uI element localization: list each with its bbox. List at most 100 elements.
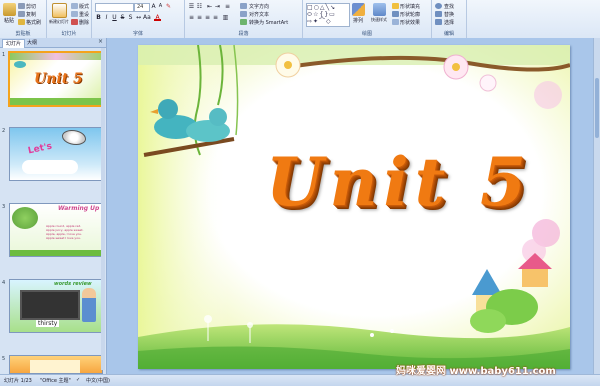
slide-thumbnail-2[interactable]: Let's <box>9 127 103 181</box>
align-text-button[interactable]: 对齐文本 <box>249 11 269 18</box>
thumb3-grass-image <box>10 250 102 256</box>
drawing-group-label: 绘图 <box>361 31 372 37</box>
thumb1-bird-image <box>14 61 26 68</box>
panel-tabs: 幻灯片 大纲 × <box>0 38 106 48</box>
main-vertical-scrollbar[interactable] <box>593 38 600 374</box>
align-right-icon[interactable]: ≡ <box>204 14 211 21</box>
italic-icon[interactable]: I <box>103 14 110 21</box>
format-painter-icon[interactable] <box>18 19 25 25</box>
find-button[interactable]: 查找 <box>444 3 454 10</box>
spellcheck-icon[interactable]: ✓ <box>76 377 80 383</box>
copy-icon[interactable] <box>18 11 25 17</box>
font-group-label: 字体 <box>132 31 143 37</box>
smartart-icon[interactable] <box>240 19 247 25</box>
thumb3-tree-image <box>12 207 38 229</box>
slide-title[interactable]: Unit 5 <box>266 143 532 221</box>
select-icon[interactable] <box>435 19 442 25</box>
tab-outline[interactable]: 大纲 <box>24 39 40 47</box>
layout-icon[interactable] <box>71 3 78 9</box>
find-icon[interactable] <box>435 3 442 9</box>
align-text-icon[interactable] <box>240 11 247 17</box>
delete-button[interactable]: 删除 <box>79 19 89 26</box>
tab-slides[interactable]: 幻灯片 <box>2 39 26 48</box>
format-painter-button[interactable]: 格式刷 <box>26 19 41 26</box>
reset-button[interactable]: 重设 <box>79 11 89 18</box>
cut-button[interactable]: 剪切 <box>26 3 36 10</box>
paragraph-group-label: 段落 <box>238 31 249 37</box>
justify-icon[interactable]: ≡ <box>212 14 219 21</box>
convert-smartart-button[interactable]: 转换为 SmartArt <box>249 19 288 26</box>
new-slide-icon <box>51 3 67 18</box>
slide-thumbnail-3[interactable]: Warming Up Apple round, apple red. Apple… <box>9 203 103 257</box>
scroll-thumb[interactable] <box>595 78 599 138</box>
site-watermark: 妈咪爱婴网 www.baby611.com <box>396 366 556 377</box>
close-panel-icon[interactable]: × <box>98 38 103 45</box>
replace-icon[interactable] <box>435 11 442 17</box>
slides-group-label: 幻灯片 <box>61 31 77 37</box>
shape-fill-icon[interactable] <box>392 3 399 9</box>
editing-group-label: 编辑 <box>443 31 454 37</box>
language-indicator: 中文(中国) <box>86 378 110 384</box>
thumb4-boy-image <box>82 288 96 322</box>
thumb5-scene-image <box>30 360 80 373</box>
slide-thumbnail-4[interactable]: words review thirsty <box>9 279 103 333</box>
shape-fill-button[interactable]: 形状填充 <box>400 3 420 10</box>
align-left-icon[interactable]: ≡ <box>188 14 195 21</box>
paste-button[interactable]: 粘贴 <box>2 3 16 24</box>
thumbnail-number: 1 <box>2 52 6 58</box>
quick-styles-button[interactable]: 快速样式 <box>368 3 390 23</box>
font-name-dropdown[interactable] <box>95 3 134 12</box>
columns-icon[interactable]: ▥ <box>222 14 229 21</box>
panel-scrollbar[interactable] <box>101 48 105 370</box>
thumb2-title: Let's <box>27 141 54 157</box>
shadow-icon[interactable]: S <box>127 14 134 21</box>
numbering-icon[interactable]: ☷ <box>196 3 203 10</box>
thumbnail-number: 4 <box>2 280 6 286</box>
main-slide[interactable]: Unit 5 <box>138 45 570 369</box>
shape-effects-icon[interactable] <box>392 19 399 25</box>
thumbnail-number: 5 <box>2 356 6 362</box>
thumb1-title: Unit 5 <box>34 71 83 87</box>
arrange-button[interactable]: 排列 <box>351 3 365 24</box>
copy-button[interactable]: 复制 <box>26 11 36 18</box>
shape-effects-button[interactable]: 形状效果 <box>400 19 420 26</box>
strikethrough-icon[interactable]: S <box>119 14 126 21</box>
select-button[interactable]: 选择 <box>444 19 454 26</box>
slide-thumbnail-panel: 幻灯片 大纲 × 1 Unit 5 2 Let's 3 Warming Up A… <box>0 38 107 374</box>
thumb3-song-text: Apple round, apple red. Apple juicy, app… <box>46 224 84 240</box>
char-spacing-icon[interactable]: ↔ <box>135 14 142 21</box>
shape-outline-icon[interactable] <box>392 11 399 17</box>
replace-button[interactable]: 替换 <box>444 11 454 18</box>
thumb1-grass-image <box>10 98 102 105</box>
theme-name: "Office 主题" <box>40 378 71 384</box>
font-size-dropdown[interactable]: 24 <box>134 3 150 12</box>
decrease-indent-icon[interactable]: ⇤ <box>206 3 213 10</box>
layout-button[interactable]: 版式 <box>79 3 89 10</box>
clear-format-icon[interactable]: ✎ <box>165 3 172 10</box>
text-direction-button[interactable]: 文字方向 <box>249 3 269 10</box>
underline-icon[interactable]: U <box>111 14 118 21</box>
bullets-icon[interactable]: ☰ <box>188 3 195 10</box>
shape-outline-button[interactable]: 形状轮廓 <box>400 11 420 18</box>
increase-indent-icon[interactable]: ⇥ <box>214 3 221 10</box>
delete-icon[interactable] <box>71 19 78 25</box>
new-slide-button[interactable]: 新建幻灯片 <box>49 3 69 25</box>
font-color-icon[interactable]: A <box>154 14 161 21</box>
slides-group: 新建幻灯片 版式 重设 删除 幻灯片 <box>47 0 92 38</box>
arrange-icon <box>351 3 365 16</box>
thumb4-tv-image <box>20 290 80 320</box>
line-spacing-icon[interactable]: ≡ <box>224 3 231 10</box>
paste-icon <box>2 3 16 16</box>
align-center-icon[interactable]: ≡ <box>196 14 203 21</box>
slide-thumbnail-5[interactable] <box>9 355 103 374</box>
change-case-icon[interactable]: Aa <box>143 14 151 21</box>
cut-icon[interactable] <box>18 3 25 9</box>
slide-thumbnail-1[interactable]: Unit 5 <box>8 51 104 107</box>
text-direction-icon[interactable] <box>240 3 247 9</box>
grow-font-icon[interactable]: A <box>150 3 157 10</box>
shrink-font-icon[interactable]: A <box>157 3 164 10</box>
font-group: 24 A A ✎ B I U S S ↔ Aa A 字体 <box>92 0 185 38</box>
bold-icon[interactable]: B <box>95 14 102 21</box>
reset-icon[interactable] <box>71 11 78 17</box>
shapes-gallery[interactable]: □○△╲↘ ⬭☆{}▭ ⇨✦⌒◇ <box>306 3 350 27</box>
